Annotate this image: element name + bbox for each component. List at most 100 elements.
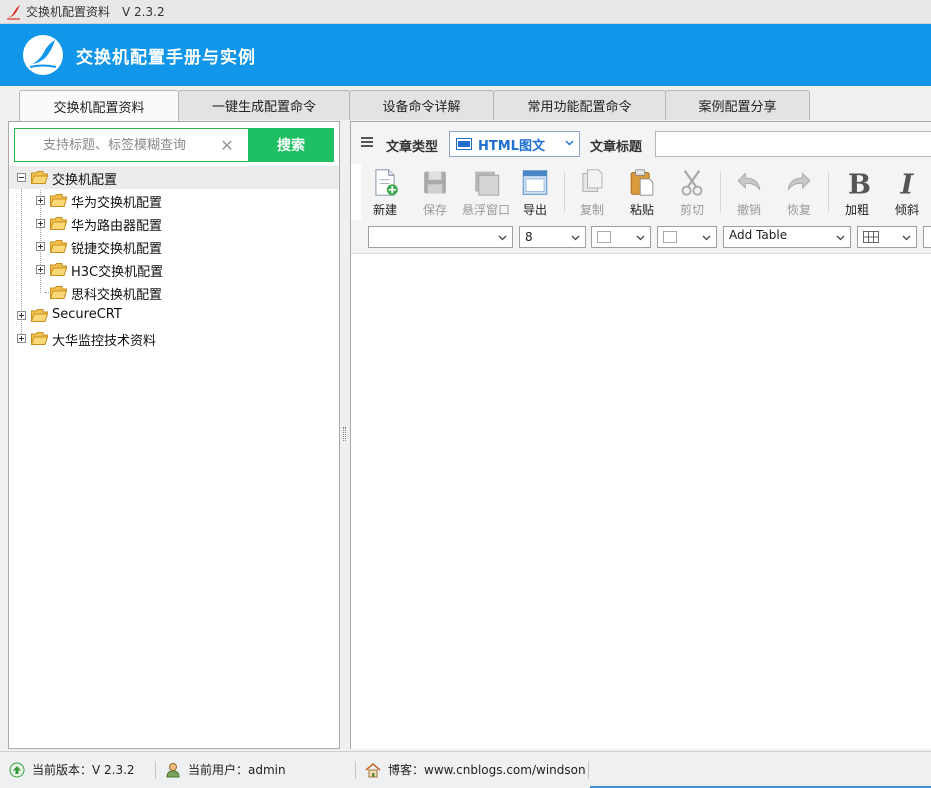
folder-icon: [50, 240, 67, 253]
export-button[interactable]: 导出: [511, 166, 559, 218]
main-tabs: 交换机配置资料 一键生成配置命令 设备命令详解 常用功能配置命令 案例配置分享: [0, 86, 931, 121]
font-family-select[interactable]: [368, 226, 513, 248]
expand-icon[interactable]: [36, 196, 45, 205]
overflow-select[interactable]: [923, 226, 931, 248]
editor-toolbar: 新建 保存 悬浮窗口 导出 复制 粘贴 剪切 撤销 恢复 B 加粗 I 倾斜: [361, 164, 931, 220]
svg-text:B: B: [848, 168, 871, 197]
export-icon: [522, 170, 548, 195]
tree-item-securecrt[interactable]: SecureCRT: [9, 304, 339, 327]
toolbar-label: 恢复: [786, 203, 811, 217]
bold-icon: B: [848, 168, 871, 197]
tree-item-label: 思科交换机配置: [71, 288, 163, 303]
toolbar-divider: [828, 172, 829, 212]
user-text: 当前用户：admin: [188, 763, 286, 777]
tree-item-huawei-switch[interactable]: 华为交换机配置: [9, 189, 339, 212]
tab-switch-config[interactable]: 交换机配置资料: [19, 90, 179, 121]
font-size-value: 8: [525, 230, 533, 244]
save-button[interactable]: 保存: [411, 166, 459, 218]
expand-icon[interactable]: [17, 311, 26, 320]
redo-icon: [787, 172, 811, 191]
text-color-select[interactable]: [591, 226, 651, 248]
font-size-select[interactable]: 8: [519, 226, 586, 248]
tree-item-switch-config[interactable]: 交换机配置: [9, 166, 339, 189]
cut-icon: [681, 170, 703, 196]
panel-splitter[interactable]: [341, 121, 349, 749]
upgrade-icon: [9, 762, 25, 777]
article-type-select[interactable]: HTML图文: [449, 131, 580, 157]
new-button[interactable]: 新建: [361, 166, 409, 218]
folder-icon: [50, 263, 67, 276]
chevron-down-icon: [836, 235, 845, 241]
color-swatch: [597, 231, 611, 243]
app-logo-icon: [23, 35, 63, 75]
status-divider: [155, 761, 156, 779]
italic-button[interactable]: I 倾斜: [883, 166, 931, 218]
clear-icon[interactable]: ✕: [215, 136, 239, 155]
toolbar-label: 剪切: [679, 203, 704, 217]
tree-item-h3c-switch[interactable]: H3C交换机配置: [9, 258, 339, 281]
article-type-value: HTML图文: [478, 138, 545, 154]
chevron-down-icon: [902, 235, 911, 241]
float-window-button[interactable]: 悬浮窗口: [461, 166, 511, 218]
editor-header: 文章类型 HTML图文 文章标题: [351, 122, 931, 164]
toolbar-divider: [564, 172, 565, 212]
status-divider: [588, 761, 589, 779]
tree-item-ruijie-switch[interactable]: 锐捷交换机配置: [9, 235, 339, 258]
tree-item-label: 华为交换机配置: [71, 196, 163, 211]
undo-icon: [737, 172, 761, 191]
redo-button[interactable]: 恢复: [775, 166, 823, 218]
category-tree: 交换机配置 华为交换机配置 华为路由器配置 锐捷交换机配置 H3C交换机配置 思…: [9, 166, 339, 350]
status-bar: 当前版本：V 2.3.2 当前用户：admin 博客：www.cnblogs.c…: [0, 751, 931, 788]
background-color-select[interactable]: [657, 226, 717, 248]
menu-icon[interactable]: [361, 137, 373, 147]
left-panel: ✕ 搜索 交换机配置 华为交换机配置 华为路由器配置 锐捷交换机配置: [8, 121, 340, 749]
chevron-down-icon: [565, 140, 574, 146]
paste-button[interactable]: 粘贴: [618, 166, 666, 218]
status-user: 当前用户：admin: [165, 761, 286, 778]
tab-case-sharing[interactable]: 案例配置分享: [665, 90, 810, 120]
chevron-down-icon: [571, 235, 580, 241]
cut-button[interactable]: 剪切: [668, 166, 716, 218]
add-table-select[interactable]: Add Table: [723, 226, 851, 248]
tree-item-dahua[interactable]: 大华监控技术资料: [9, 327, 339, 350]
bold-button[interactable]: B 加粗: [833, 166, 881, 218]
folder-icon: [50, 217, 67, 230]
search-input[interactable]: [15, 130, 215, 160]
float-window-icon: [475, 171, 500, 196]
tree-item-huawei-router[interactable]: 华为路由器配置: [9, 212, 339, 235]
toolbar-label: 撤销: [736, 203, 761, 217]
folder-icon: [50, 286, 67, 299]
tab-command-details[interactable]: 设备命令详解: [349, 90, 494, 120]
folder-icon: [50, 194, 67, 207]
color-swatch: [663, 231, 677, 243]
tree-item-label: 华为路由器配置: [71, 219, 163, 234]
expand-icon[interactable]: [17, 334, 26, 343]
chevron-down-icon: [636, 235, 645, 241]
app-title: 交换机配置手册与实例: [76, 47, 256, 68]
expand-icon[interactable]: [36, 242, 45, 251]
chevron-down-icon: [498, 235, 507, 241]
article-type-label: 文章类型: [386, 140, 439, 155]
table-grid-select[interactable]: [857, 226, 917, 248]
copy-button[interactable]: 复制: [568, 166, 616, 218]
tree-item-cisco-switch[interactable]: 思科交换机配置: [9, 281, 339, 304]
article-title-input[interactable]: [655, 131, 931, 157]
toolbar-label: 悬浮窗口: [461, 203, 510, 217]
expand-icon[interactable]: [36, 219, 45, 228]
status-blog[interactable]: 博客：www.cnblogs.com/windson: [365, 761, 586, 778]
expand-icon[interactable]: [36, 265, 45, 274]
add-table-value: Add Table: [729, 228, 788, 242]
tab-generate-commands[interactable]: 一键生成配置命令: [178, 90, 350, 120]
html-icon: [456, 138, 472, 150]
search-button[interactable]: 搜索: [248, 128, 334, 162]
tree-item-label: 锐捷交换机配置: [71, 242, 163, 257]
undo-button[interactable]: 撤销: [725, 166, 773, 218]
tree-item-label: 交换机配置: [52, 173, 118, 188]
collapse-icon[interactable]: [17, 173, 26, 182]
blog-text: 博客：www.cnblogs.com/windson: [388, 763, 586, 777]
editor-content-area[interactable]: [351, 255, 931, 749]
tab-common-functions[interactable]: 常用功能配置命令: [493, 90, 666, 120]
paste-icon: [630, 169, 654, 196]
version-text: 当前版本：V 2.3.2: [32, 763, 135, 777]
tree-item-label: SecureCRT: [52, 307, 122, 322]
